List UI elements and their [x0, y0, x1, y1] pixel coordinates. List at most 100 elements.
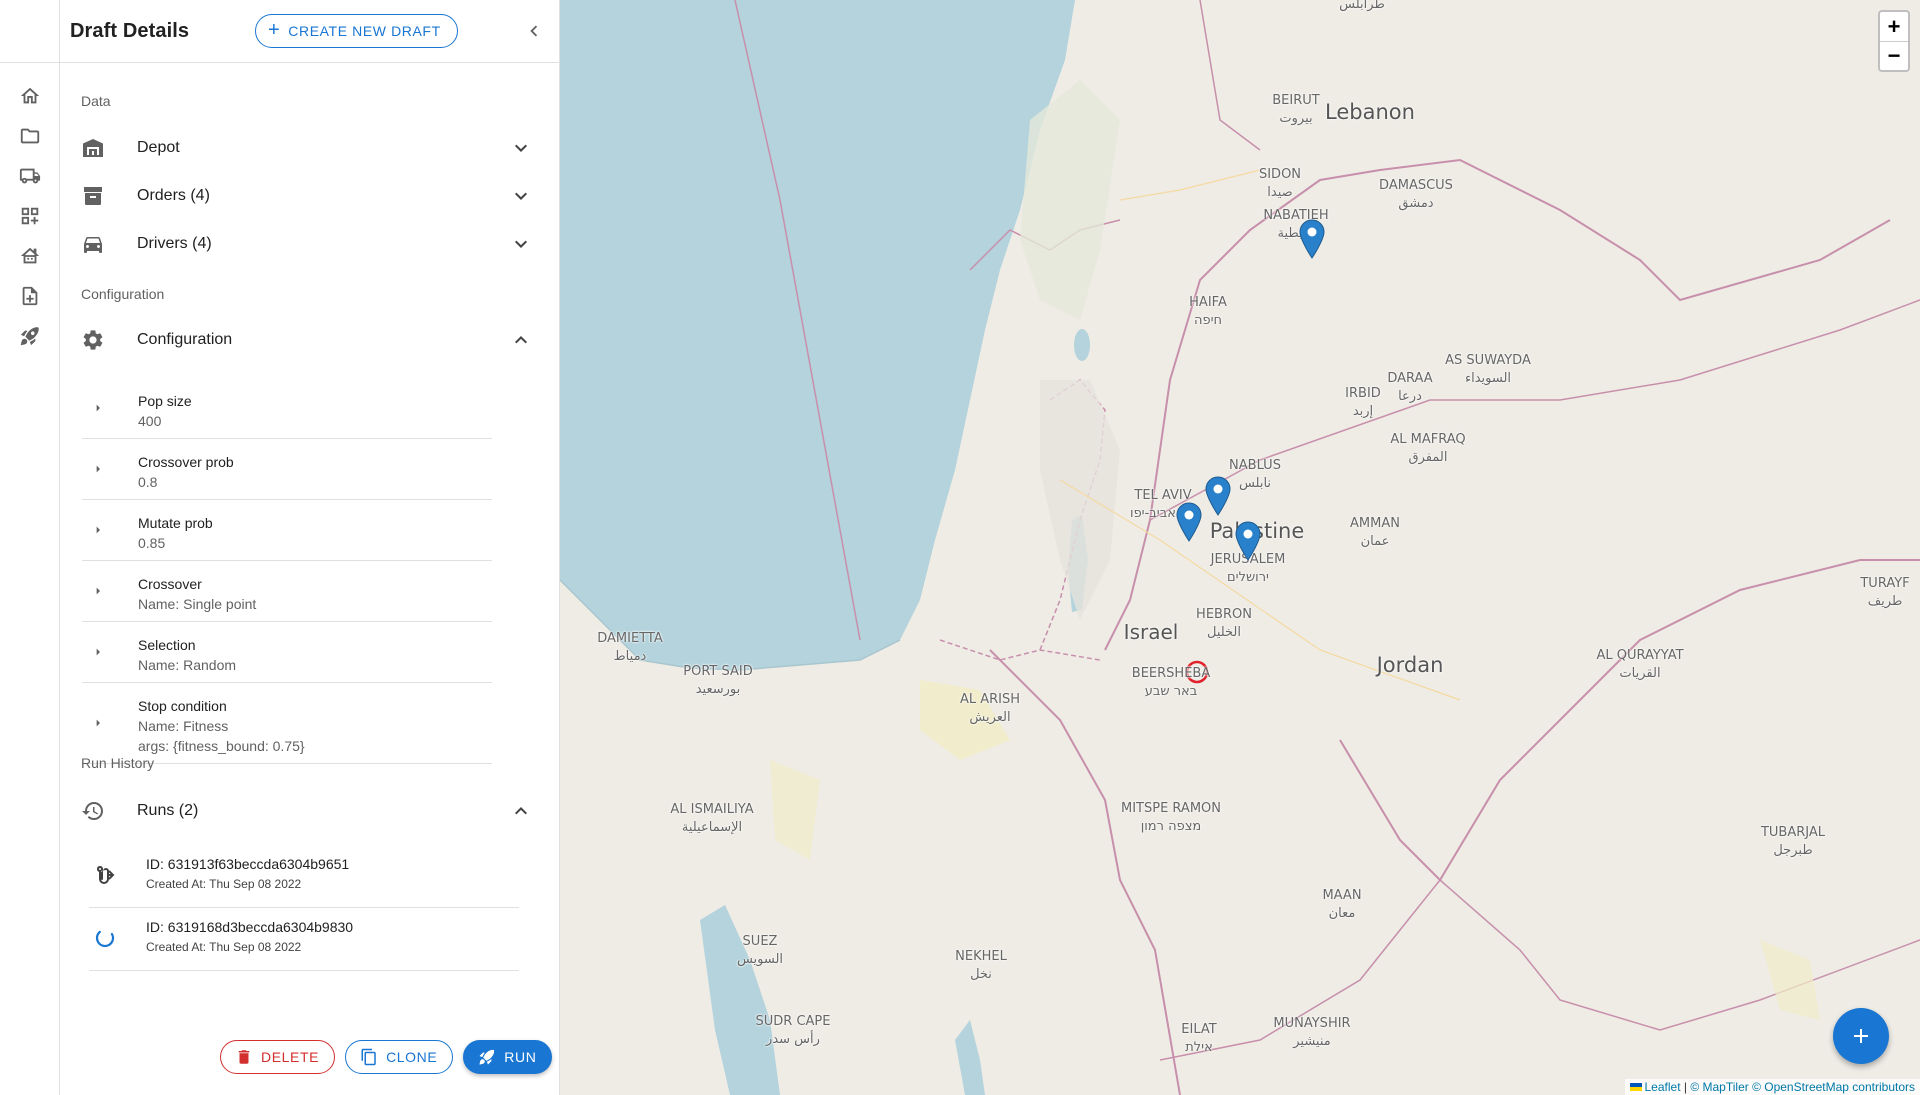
- folder-icon: [20, 128, 40, 144]
- map-label: EILAT אילת: [1181, 1022, 1217, 1055]
- accordion-orders[interactable]: Orders (4): [81, 176, 541, 216]
- add-fab-button[interactable]: [1833, 1008, 1889, 1064]
- run-created-at: Created At: Thu Sep 08 2022: [146, 940, 302, 954]
- map-view[interactable]: طرابلس BEIRUT بيروت Lebanon SIDON صيدا N…: [560, 0, 1920, 1095]
- map-label: SUDR CAPE رأس سدر: [755, 1014, 831, 1047]
- draft-actions: DELETE CLONE RUN: [220, 1040, 553, 1074]
- map-label: Israel: [1123, 620, 1179, 644]
- map-label: MUNAYSHIR منيشير: [1273, 1016, 1351, 1049]
- copy-icon: [361, 1048, 376, 1066]
- nav-folder[interactable]: [0, 116, 60, 156]
- config-item-name: Pop size: [138, 393, 192, 409]
- maptiler-link[interactable]: © MapTiler: [1690, 1080, 1748, 1094]
- rocket-icon: [479, 1049, 495, 1065]
- accordion-configuration-label: Configuration: [137, 331, 233, 348]
- map-marker[interactable]: [1205, 476, 1231, 516]
- ukraine-flag-icon: [1629, 1083, 1642, 1091]
- arrow-right-icon: [90, 583, 106, 599]
- config-item-name: Crossover: [138, 576, 202, 592]
- archive-icon: [84, 187, 102, 205]
- config-item-name: Selection: [138, 637, 196, 653]
- map-label: HEBRON الخليل: [1196, 607, 1252, 640]
- map-label: طرابلس: [1339, 0, 1385, 12]
- attribution-sep: |: [1680, 1080, 1691, 1094]
- collapse-drawer-button[interactable]: [523, 20, 545, 42]
- warehouse-icon: [83, 139, 103, 157]
- nav-new-draft[interactable]: [0, 276, 60, 316]
- config-item[interactable]: Pop size 400: [82, 378, 492, 439]
- map-label: SIDON صيدا: [1258, 167, 1302, 200]
- nav-rail: [0, 0, 60, 1095]
- osm-link[interactable]: © OpenStreetMap contributors: [1752, 1080, 1915, 1094]
- config-item[interactable]: Crossover Name: Single point: [82, 561, 492, 622]
- map-label: NEKHEL نخل: [955, 949, 1007, 982]
- plus-icon: [1854, 1029, 1868, 1043]
- drawer-header: Draft Details + CREATE NEW DRAFT: [60, 0, 559, 63]
- accordion-runs[interactable]: Runs (2): [81, 791, 541, 831]
- map-label: TUBARJAL طبرجل: [1760, 825, 1826, 858]
- create-new-draft-button[interactable]: + CREATE NEW DRAFT: [255, 14, 458, 48]
- delete-button[interactable]: DELETE: [220, 1040, 336, 1074]
- nav-runs[interactable]: [0, 316, 60, 356]
- clone-label: CLONE: [386, 1049, 438, 1065]
- zoom-out-button[interactable]: −: [1880, 41, 1908, 70]
- configuration-list: Pop size 400 Crossover prob 0.8 Mutate prob 0…: [82, 378, 492, 764]
- config-item-value: 0.85: [138, 535, 166, 551]
- rail-header: [0, 0, 59, 63]
- map-label: PORT SAID بورسعيد: [683, 664, 753, 697]
- route-icon: [96, 866, 115, 884]
- section-label-data: Data: [81, 93, 111, 109]
- gear-icon: [83, 330, 103, 350]
- map-label: AL ISMAILIYA الإسماعيلية: [670, 802, 754, 835]
- config-item[interactable]: Selection Name: Random: [82, 622, 492, 683]
- map-label: Jordan: [1376, 653, 1444, 677]
- note-add-icon: [22, 286, 38, 306]
- zoom-in-button[interactable]: +: [1880, 12, 1908, 41]
- config-item[interactable]: Stop condition Name: Fitness args: {fitnes…: [82, 683, 492, 764]
- nav-home[interactable]: [0, 76, 60, 116]
- zoom-control: + −: [1878, 10, 1910, 72]
- plus-icon: +: [268, 19, 281, 41]
- accordion-orders-label: Orders (4): [137, 187, 210, 204]
- nav-trucks[interactable]: [0, 156, 60, 196]
- chevron-up-icon: [515, 807, 527, 815]
- create-new-draft-label: CREATE NEW DRAFT: [288, 23, 441, 39]
- run-id: ID: 6319168d3beccda6304b9830: [146, 919, 354, 935]
- map-label: HAIFA חיפה: [1189, 295, 1227, 328]
- chevron-up-icon: [515, 336, 527, 344]
- map-marker[interactable]: [1299, 219, 1325, 259]
- map-label: AS SUWAYDA السويداء: [1445, 353, 1531, 386]
- map-marker[interactable]: [1235, 521, 1261, 561]
- config-item[interactable]: Mutate prob 0.85: [82, 500, 492, 561]
- run-item[interactable]: ID: 6319168d3beccda6304b9830 Created At: …: [89, 908, 519, 971]
- leaflet-link[interactable]: Leaflet: [1645, 1080, 1681, 1094]
- clone-button[interactable]: CLONE: [345, 1040, 454, 1074]
- map-pin-icon: [1176, 502, 1202, 542]
- config-item[interactable]: Crossover prob 0.8: [82, 439, 492, 500]
- drawer-title: Draft Details: [70, 19, 190, 42]
- car-icon: [84, 237, 102, 253]
- run-button[interactable]: RUN: [463, 1040, 553, 1074]
- nav-garage[interactable]: [0, 236, 60, 276]
- accordion-drivers[interactable]: Drivers (4): [81, 224, 541, 264]
- accordion-configuration[interactable]: Configuration: [81, 320, 541, 360]
- chevron-down-icon: [515, 192, 527, 200]
- config-item-value: 400: [138, 413, 162, 429]
- accordion-runs-label: Runs (2): [137, 802, 199, 819]
- run-item[interactable]: ID: 631913f63beccda6304b9651 Created At: …: [89, 845, 519, 908]
- config-item-value: Name: Fitness: [138, 718, 229, 734]
- arrow-right-icon: [90, 522, 106, 538]
- run-created-at: Created At: Thu Sep 08 2022: [146, 877, 302, 891]
- gulf-aqaba: [955, 1020, 985, 1095]
- arrow-right-icon: [90, 715, 106, 731]
- map-marker[interactable]: [1176, 502, 1202, 542]
- map-label: AMMAN عمان: [1350, 516, 1400, 549]
- accordion-depot[interactable]: Depot: [81, 128, 541, 168]
- map-label: AL ARISH العريش: [959, 692, 1021, 725]
- delete-label: DELETE: [261, 1049, 320, 1065]
- map-label: AL QURAYYAT القريات: [1596, 648, 1684, 681]
- map-label: DAMIETTA دمياط: [597, 631, 663, 664]
- nav-dashboard[interactable]: [0, 196, 60, 236]
- map-label: AL MAFRAQ المفرق: [1390, 432, 1466, 465]
- home-icon: [20, 87, 40, 104]
